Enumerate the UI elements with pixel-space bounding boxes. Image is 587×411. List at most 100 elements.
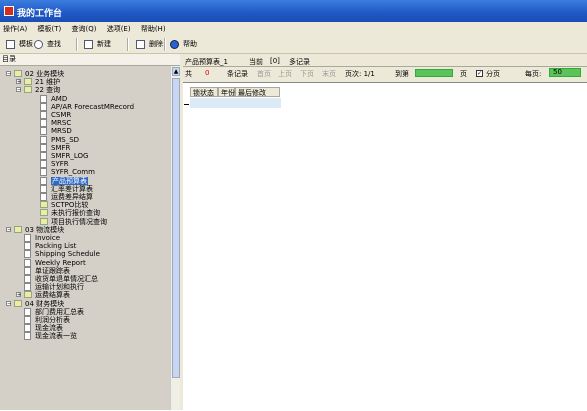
goto-label: 到第 [395, 70, 409, 78]
pagination-bar: 共 0 条记录 首页 上页 下页 末页 页次: 1/1 到第 页 ✓ 分页 每页… [183, 67, 587, 80]
folder-icon [40, 201, 48, 209]
document-icon [40, 176, 47, 185]
tree-node-label: 04 财务模块 [25, 299, 65, 308]
tree-scrollbar[interactable]: ▲ [170, 66, 180, 410]
tree-node-label: MRSC [51, 119, 72, 128]
document-icon [40, 193, 47, 201]
template-icon [6, 40, 15, 49]
total-prefix: 共 [185, 70, 192, 78]
per-page-input[interactable]: 50 [549, 68, 581, 77]
expand-icon[interactable]: + [16, 292, 21, 298]
menu-query[interactable]: 查询(Q) [68, 22, 101, 34]
prev-page-link[interactable]: 上页 [278, 69, 292, 79]
folder-icon [14, 70, 22, 77]
total-suffix: 条记录 [227, 70, 248, 78]
new-button[interactable]: 新建 [82, 38, 111, 51]
first-page-link[interactable]: 首页 [257, 69, 271, 79]
collapse-icon[interactable]: − [6, 300, 11, 306]
tree-node-label: CSMR [51, 111, 72, 119]
per-page-label: 每页: [525, 70, 542, 78]
app-icon [4, 6, 14, 16]
document-icon [40, 160, 47, 169]
document-icon [24, 234, 31, 242]
document-icon [40, 102, 47, 111]
tree-node-label: 汇率差计算表 [51, 184, 93, 193]
folder-icon [40, 209, 48, 217]
document-icon [40, 152, 47, 160]
directory-tree[interactable]: − 02 业务模块 +21 维护 − 22 查询 AMD AP/AR ForecastMRe… [0, 66, 170, 410]
menu-bar: 操作(A) 模板(T) 查询(Q) 选项(E) 帮助(H) [0, 22, 587, 35]
document-icon [40, 119, 47, 128]
page-indicator: 页次: 1/1 [345, 70, 375, 78]
current-count: [0] [270, 57, 280, 65]
tree-node-label: 21 维护 [35, 78, 61, 87]
document-icon [24, 332, 31, 341]
records-mode-label: 多记录 [289, 58, 310, 66]
paging-checkbox[interactable]: ✓ [476, 70, 483, 77]
document-icon [24, 250, 31, 259]
document-icon [40, 184, 47, 193]
collapse-icon[interactable]: − [16, 87, 21, 93]
new-document-icon [84, 40, 93, 49]
help-icon [170, 40, 179, 49]
tree-node-label: 运费差异结算 [51, 193, 93, 201]
column-header-year[interactable]: 年份 [218, 87, 235, 97]
last-page-link[interactable]: 末页 [322, 69, 336, 79]
tree-node-label: AP/AR ForecastMRecord [51, 102, 135, 111]
column-header-lock-status[interactable]: 锁状态 [190, 87, 218, 97]
row-indicator [184, 104, 189, 105]
menu-options[interactable]: 选项(E) [104, 22, 136, 34]
folder-icon [24, 78, 32, 86]
scroll-up-icon[interactable]: ▲ [172, 67, 180, 76]
tree-node-label: 现金流表一览 [35, 332, 77, 341]
document-icon [40, 143, 47, 152]
column-header-last-modified[interactable]: 最后修改 [235, 87, 280, 97]
tree-node-label: 利润分析表 [35, 316, 70, 324]
tree-node-label: 未执行报价查询 [51, 209, 100, 218]
window-title: 我的工作台 [17, 9, 63, 19]
delete-button[interactable]: 删除 [134, 38, 163, 51]
document-icon [40, 111, 47, 119]
folder-icon [24, 291, 32, 299]
collapse-icon[interactable]: − [6, 226, 11, 232]
tree-node-label: 单证跟踪表 [35, 266, 70, 275]
data-grid-area [183, 82, 587, 411]
tree-node-label: 部门费用汇总表 [35, 307, 84, 316]
document-icon [40, 94, 47, 103]
tree-node-label: Packing List [35, 242, 77, 251]
tree-node-label: 现金流表 [35, 324, 63, 333]
page-unit-label: 页 [460, 70, 467, 78]
document-tab-bar: 产品预算表_1 当前 [0] 多记录 [183, 56, 587, 67]
tree-node-label: SMFR [51, 143, 71, 152]
tree-node-label: SYFR_Comm [51, 168, 95, 177]
help-label: 帮助 [183, 40, 197, 48]
document-icon [24, 316, 31, 324]
tree-node-label: SCTPO比较 [51, 201, 89, 210]
expand-icon[interactable]: + [16, 79, 21, 85]
folder-icon [14, 299, 22, 307]
menu-template[interactable]: 模板(T) [35, 22, 67, 34]
tree-node-label: 03 物流模块 [25, 225, 65, 234]
total-count: 0 [205, 69, 210, 77]
folder-icon [14, 225, 22, 233]
menu-help[interactable]: 帮助(H) [138, 22, 171, 34]
next-page-link[interactable]: 下页 [300, 69, 314, 79]
tree-node-label: Shipping Schedule [35, 250, 100, 259]
document-icon [40, 135, 47, 144]
find-button[interactable]: 查找 [32, 38, 61, 51]
tree-node-label: MRSD [51, 127, 72, 136]
goto-page-input[interactable] [415, 69, 453, 77]
help-button[interactable]: 帮助 [168, 38, 197, 51]
collapse-icon[interactable]: − [6, 71, 11, 77]
scrollbar-thumb[interactable] [172, 78, 180, 378]
menu-operate[interactable]: 操作(A) [0, 22, 32, 34]
tree-node-label: 收货单退单情况汇总 [35, 275, 98, 283]
selected-empty-row[interactable] [190, 98, 281, 108]
folder-icon [40, 217, 48, 225]
tab-product-budget[interactable]: 产品预算表_1 [185, 57, 228, 67]
window-titlebar: 我的工作台 [0, 0, 587, 22]
tree-node-label: Weekly Report [35, 258, 86, 267]
document-icon [24, 242, 31, 251]
document-icon [24, 258, 31, 267]
template-button[interactable]: 模板 [4, 38, 33, 51]
